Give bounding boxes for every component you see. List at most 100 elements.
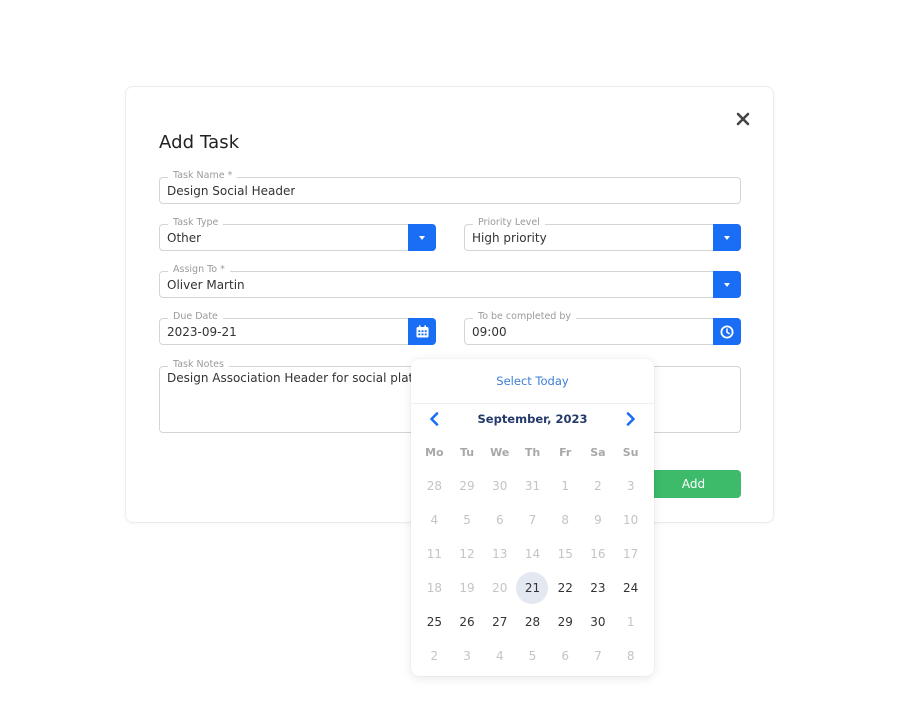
calendar-day[interactable]: 28 xyxy=(516,605,549,639)
calendar-day[interactable]: 10 xyxy=(614,503,647,537)
calendar-day[interactable]: 7 xyxy=(582,639,615,673)
calendar-day[interactable]: 12 xyxy=(451,537,484,571)
task-notes-value: Design Association Header for social pla… xyxy=(167,371,430,385)
priority-level-dropdown-button[interactable] xyxy=(713,224,741,251)
due-date-input[interactable]: 2023-09-21 xyxy=(167,325,237,339)
completed-by-field[interactable]: To be completed by 09:00 xyxy=(464,311,741,345)
task-name-field[interactable]: Task Name * Design Social Header xyxy=(159,170,741,204)
completed-by-label: To be completed by xyxy=(473,311,576,323)
calendar-day-number: 3 xyxy=(463,649,471,663)
calendar-day-number: 1 xyxy=(561,479,570,493)
assign-to-select[interactable]: Assign To * Oliver Martin xyxy=(159,264,741,298)
calendar-day[interactable]: 5 xyxy=(451,503,484,537)
task-name-label: Task Name * xyxy=(168,170,238,182)
calendar-day[interactable]: 2 xyxy=(418,639,451,673)
calendar-day[interactable]: 6 xyxy=(549,639,582,673)
calendar-day[interactable]: 9 xyxy=(582,503,615,537)
prev-month-button[interactable] xyxy=(423,409,445,429)
weekday-label: Th xyxy=(524,445,541,459)
calendar-day-number: 10 xyxy=(623,513,639,527)
calendar-day[interactable]: 4 xyxy=(483,639,516,673)
calendar-day-number: 1 xyxy=(626,615,635,629)
calendar-day-number: 16 xyxy=(590,547,606,561)
next-month-button[interactable] xyxy=(620,409,642,429)
calendar-day[interactable]: 13 xyxy=(483,537,516,571)
due-date-label: Due Date xyxy=(168,311,223,323)
calendar-day-number: 4 xyxy=(430,513,439,527)
modal-title: Add Task xyxy=(159,132,240,153)
calendar-day-number: 28 xyxy=(524,615,541,629)
calendar-day[interactable]: 30 xyxy=(483,469,516,503)
calendar-day[interactable]: 8 xyxy=(549,503,582,537)
add-button[interactable]: Add xyxy=(646,470,741,498)
calendar-day[interactable]: 29 xyxy=(451,469,484,503)
calendar-day-number: 7 xyxy=(528,513,537,527)
calendar-day-number: 24 xyxy=(623,581,639,595)
calendar-day[interactable]: 24 xyxy=(614,571,647,605)
task-name-input[interactable]: Design Social Header xyxy=(167,184,295,198)
calendar-day[interactable]: 23 xyxy=(582,571,615,605)
weekday-label: We xyxy=(490,445,510,459)
completed-by-clock-button[interactable] xyxy=(713,318,741,345)
priority-level-select[interactable]: Priority Level High priority xyxy=(464,217,741,251)
calendar-day-number: 5 xyxy=(528,649,537,663)
calendar-day-number: 14 xyxy=(524,547,541,561)
calendar-day[interactable]: 29 xyxy=(549,605,582,639)
calendar-day[interactable]: 1 xyxy=(614,605,647,639)
calendar-day[interactable]: 1 xyxy=(549,469,582,503)
calendar-day[interactable]: 7 xyxy=(516,503,549,537)
calendar-day[interactable]: 26 xyxy=(451,605,484,639)
close-button[interactable] xyxy=(733,109,753,129)
close-icon xyxy=(736,112,750,126)
calendar-day[interactable]: 18 xyxy=(418,571,451,605)
assign-to-label: Assign To * xyxy=(168,264,230,276)
chevron-right-icon xyxy=(626,412,635,426)
due-date-calendar-button[interactable] xyxy=(408,318,436,345)
calendar-day-number: 2 xyxy=(594,479,602,493)
task-type-value: Other xyxy=(167,231,202,245)
calendar-day[interactable]: 2 xyxy=(582,469,615,503)
calendar-day[interactable]: 19 xyxy=(451,571,484,605)
calendar-day[interactable]: 3 xyxy=(451,639,484,673)
calendar-day[interactable]: 31 xyxy=(516,469,549,503)
calendar-day-number: 6 xyxy=(561,649,570,663)
assign-to-dropdown-button[interactable] xyxy=(713,271,741,298)
calendar-day[interactable]: 11 xyxy=(418,537,451,571)
calendar-day[interactable]: 27 xyxy=(483,605,516,639)
task-type-dropdown-button[interactable] xyxy=(408,224,436,251)
calendar-day[interactable]: 15 xyxy=(549,537,582,571)
calendar-icon xyxy=(416,325,428,338)
calendar-day[interactable]: 20 xyxy=(483,571,516,605)
calendar-day[interactable]: 30 xyxy=(582,605,615,639)
task-type-select[interactable]: Task Type Other xyxy=(159,217,436,251)
calendar-day[interactable]: 14 xyxy=(516,537,549,571)
calendar-day-number: 19 xyxy=(459,581,475,595)
date-picker-popup: Select Today September, 2023 Mo Tu We Th Fr S… xyxy=(411,359,654,676)
calendar-day[interactable]: 25 xyxy=(418,605,451,639)
calendar-day-number: 30 xyxy=(492,479,508,493)
calendar-day-number: 2 xyxy=(430,649,439,663)
calendar-day-number: 5 xyxy=(463,513,471,527)
due-date-field[interactable]: Due Date 2023-09-21 xyxy=(159,311,436,345)
weekday-label: Su xyxy=(622,445,639,459)
calendar-day[interactable]: 17 xyxy=(614,537,647,571)
calendar-grid: Mo Tu We Th Fr Sa Su 28 29 30 31 1 2 3 4 5 6 7 8 9 10 11 12 13 1… xyxy=(418,441,647,673)
calendar-day[interactable]: 16 xyxy=(582,537,615,571)
calendar-day[interactable]: 28 xyxy=(418,469,451,503)
calendar-day-number: 9 xyxy=(594,513,602,527)
calendar-day[interactable]: 6 xyxy=(483,503,516,537)
calendar-day-selected[interactable]: 21 xyxy=(516,571,549,605)
calendar-day[interactable]: 22 xyxy=(549,571,582,605)
calendar-day[interactable]: 8 xyxy=(614,639,647,673)
calendar-day[interactable]: 4 xyxy=(418,503,451,537)
chevron-down-icon xyxy=(724,235,730,240)
month-label: September, 2023 xyxy=(477,412,588,426)
calendar-day[interactable]: 3 xyxy=(614,469,647,503)
select-today-button[interactable]: Select Today xyxy=(411,359,654,404)
calendar-day[interactable]: 5 xyxy=(516,639,549,673)
calendar-day-number: 31 xyxy=(524,479,541,493)
completed-by-input[interactable]: 09:00 xyxy=(472,325,507,339)
calendar-day-number: 8 xyxy=(561,513,570,527)
chevron-down-icon xyxy=(419,235,425,240)
calendar-day-number: 7 xyxy=(594,649,602,663)
